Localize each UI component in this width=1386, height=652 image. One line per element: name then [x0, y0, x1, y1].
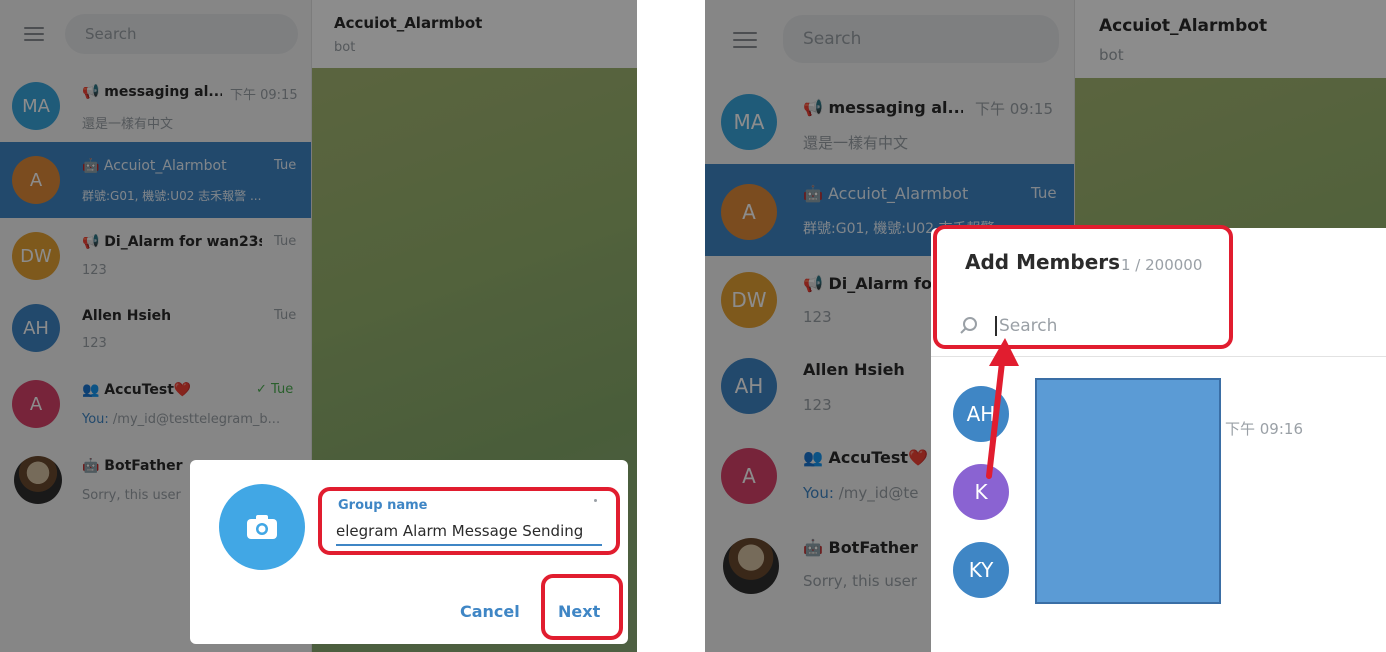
highlight-next	[541, 574, 623, 640]
redacted-member-names	[1035, 378, 1221, 604]
cancel-button[interactable]: Cancel	[460, 602, 520, 621]
pointer-arrow	[986, 338, 1019, 479]
member-avatar-ky[interactable]: KY	[953, 542, 1009, 598]
camera-glyph	[247, 515, 277, 539]
highlight-group-name	[318, 487, 620, 555]
right-screenshot: Search MA 📢 messaging al... 下午 09:15 還是一…	[705, 0, 1386, 652]
left-screenshot: Search MA 📢 messaging al... 下午 09:15 還是一…	[0, 0, 637, 652]
highlight-add-members	[933, 225, 1233, 349]
member-time: 下午 09:16	[1225, 420, 1303, 438]
camera-icon[interactable]	[219, 484, 305, 570]
